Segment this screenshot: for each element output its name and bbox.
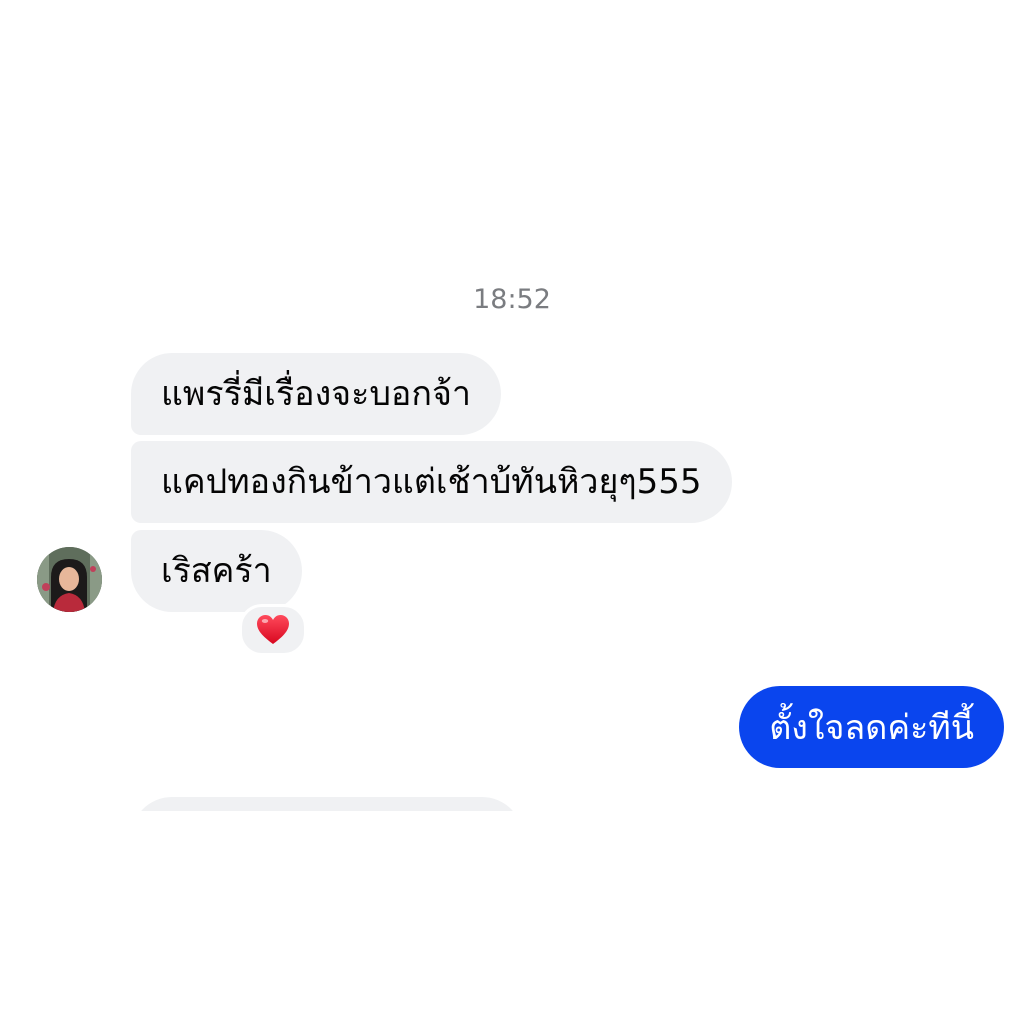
sent-message-bubble[interactable]: ตั้งใจลดค่ะทีนี้ (739, 686, 1004, 768)
received-message-bubble[interactable]: เริสคร้า (131, 530, 302, 612)
received-message-bubble[interactable]: แคปทองกินข้าวแต่เช้าบ้ทันหิวยุๆ555 (131, 441, 732, 523)
message-text: ตั้งใจลดค่ะทีนี้ (769, 708, 974, 748)
message-timestamp: 18:52 (473, 284, 551, 315)
received-message-bubble[interactable]: แพรรี่มีเรื่องจะบอกจ้า (131, 353, 501, 435)
heart-icon (257, 615, 289, 644)
received-message-bubble-partial[interactable] (131, 797, 523, 811)
chat-thread: 18:52 แพรรี่มีเรื่องจะบอกจ้า แคปทองกินข้… (0, 0, 1024, 1024)
message-text: แพรรี่มีเรื่องจะบอกจ้า (161, 374, 471, 414)
message-reaction[interactable] (239, 604, 307, 656)
message-text: แคปทองกินข้าวแต่เช้าบ้ทันหิวยุๆ555 (161, 462, 702, 502)
avatar-photo (37, 547, 102, 612)
sender-avatar[interactable] (37, 547, 102, 612)
message-text: เริสคร้า (161, 551, 272, 591)
bubble-edge (131, 797, 523, 811)
